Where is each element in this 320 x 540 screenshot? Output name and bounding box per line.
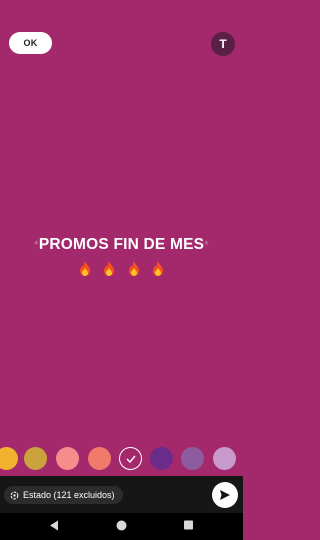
color-swatch[interactable] — [181, 447, 204, 470]
audience-label: Estado (121 excluidos) — [23, 490, 115, 500]
ok-button[interactable]: OK — [9, 32, 52, 54]
color-swatch[interactable] — [24, 447, 47, 470]
color-swatch-selected[interactable] — [119, 447, 142, 470]
fire-icon — [79, 260, 90, 276]
send-icon — [220, 490, 230, 500]
color-swatch[interactable] — [88, 447, 111, 470]
system-nav-bar — [0, 513, 243, 540]
audience-chip[interactable]: Estado (121 excluidos) — [4, 486, 123, 504]
decoration-right: * — [204, 238, 210, 252]
check-icon — [126, 455, 136, 463]
color-palette — [0, 447, 243, 471]
status-title: *PROMOS FIN DE MES* — [0, 234, 243, 256]
send-button[interactable] — [212, 482, 238, 508]
status-text-area[interactable]: *PROMOS FIN DE MES* — [0, 234, 243, 280]
text-tool-icon: T — [219, 37, 227, 51]
color-swatch[interactable] — [150, 447, 173, 470]
home-icon[interactable] — [116, 520, 127, 531]
text-tool-button[interactable]: T — [211, 32, 235, 56]
fire-icon — [153, 260, 164, 276]
color-swatch[interactable] — [56, 447, 79, 470]
status-title-text: PROMOS FIN DE MES — [38, 236, 205, 253]
fire-icon — [128, 260, 139, 276]
color-swatch[interactable] — [213, 447, 236, 470]
color-swatch[interactable] — [0, 447, 18, 470]
status-emoji-row — [0, 258, 243, 280]
recents-icon[interactable] — [184, 520, 193, 530]
fire-icon — [104, 260, 115, 276]
back-icon[interactable] — [49, 520, 59, 531]
status-icon — [10, 491, 19, 499]
status-composer[interactable]: OK T *PROMOS FIN DE MES* — [0, 0, 243, 476]
